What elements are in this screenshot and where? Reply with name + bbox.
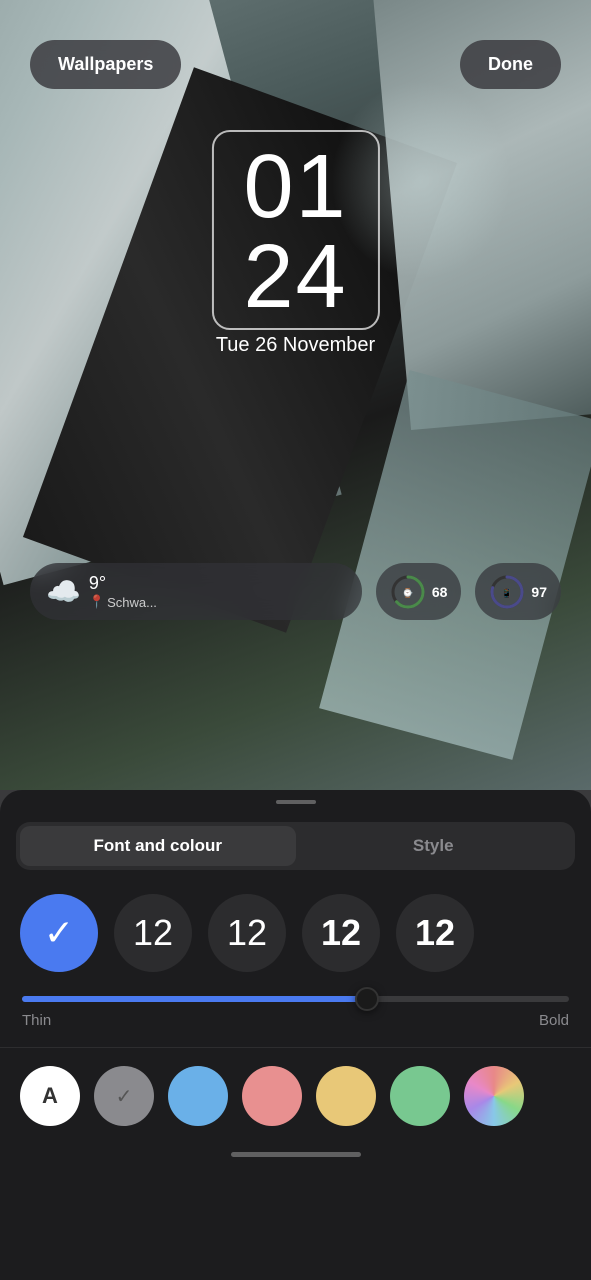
drag-handle [276,800,316,804]
slider-track[interactable] [22,996,569,1002]
clock-hour: 01 [243,142,347,232]
checkmark-icon: ✓ [44,912,74,954]
svg-text:📱: 📱 [502,587,513,598]
color-option-pink[interactable] [242,1066,302,1126]
font-label-normal: 12 [227,912,267,954]
weather-location: 📍 Schwa... [89,594,157,610]
font-label-thin: 12 [133,912,173,954]
slider-max-label: Bold [539,1012,569,1029]
weather-icon: ☁️ [46,575,81,608]
top-buttons-row: Wallpapers Done [0,40,591,89]
phone-ring-icon: 📱 [489,574,525,610]
watch-ring-icon: ⌚ [390,574,426,610]
clock-bracket: 01 24 [211,130,379,330]
wallpapers-button[interactable]: Wallpapers [30,40,181,89]
slider-fill [22,996,367,1002]
font-label-bold: 12 [415,912,455,954]
weather-widget[interactable]: ☁️ 9° 📍 Schwa... [30,563,362,620]
slider-thumb[interactable] [355,987,379,1011]
font-option-thin[interactable]: 12 [114,894,192,972]
font-options-row: ✓ 12 12 12 12 [0,870,591,988]
phone-preview: Wallpapers Done 01 24 Tue 26 November ☁️… [0,0,591,790]
font-option-semibold[interactable]: 12 [302,894,380,972]
color-option-green[interactable] [390,1066,450,1126]
clock-minute: 24 [243,232,347,322]
location-pin-icon: 📍 [89,594,105,610]
weather-info: 9° 📍 Schwa... [89,573,157,610]
color-option-blue[interactable] [168,1066,228,1126]
font-option-selected[interactable]: ✓ [20,894,98,972]
bottom-panel: Font and colour Style ✓ 12 12 12 12 Thin… [0,790,591,1280]
clock-display: 01 24 Tue 26 November [211,130,379,357]
slider-min-label: Thin [22,1012,51,1029]
tab-bar: Font and colour Style [16,822,575,870]
phone-value: 97 [531,584,547,600]
font-option-normal[interactable]: 12 [208,894,286,972]
weight-slider-container: Thin Bold [0,988,591,1029]
done-button[interactable]: Done [460,40,561,89]
watch-widget[interactable]: ⌚ 68 [376,563,462,620]
color-option-white[interactable]: A [20,1066,80,1126]
tab-style[interactable]: Style [296,826,572,866]
font-label-semibold: 12 [321,912,361,954]
tab-font-colour[interactable]: Font and colour [20,826,296,866]
home-indicator [231,1152,361,1157]
widget-row: ☁️ 9° 📍 Schwa... ⌚ 68 [30,563,561,620]
clock-date: Tue 26 November [211,334,379,357]
color-white-label: A [42,1083,58,1109]
weather-temp: 9° [89,573,157,594]
color-options-row: A ✓ [0,1048,591,1138]
font-option-bold[interactable]: 12 [396,894,474,972]
color-option-rainbow[interactable] [464,1066,524,1126]
svg-text:⌚: ⌚ [402,587,413,598]
color-option-yellow[interactable] [316,1066,376,1126]
color-gray-check-icon: ✓ [116,1084,133,1109]
color-option-gray[interactable]: ✓ [94,1066,154,1126]
slider-labels: Thin Bold [22,1012,569,1029]
watch-value: 68 [432,584,448,600]
phone-widget[interactable]: 📱 97 [475,563,561,620]
